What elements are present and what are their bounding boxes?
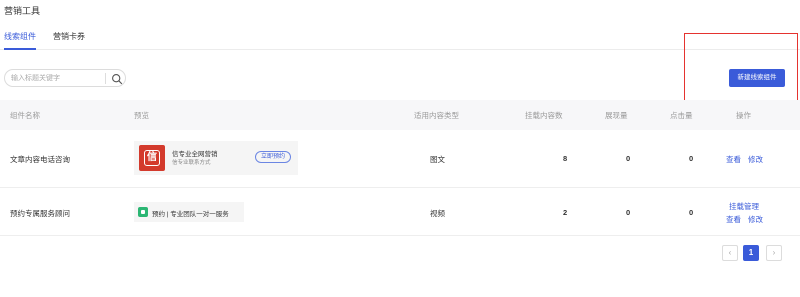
search-box — [4, 69, 126, 87]
table-row: 预约专属服务顾问 预约 | 专业团队一对一服务 视频 2 0 0 挂载管理 查看… — [0, 188, 800, 236]
new-lead-component-button[interactable]: 新建线索组件 — [729, 69, 785, 87]
pagination-page-1[interactable]: 1 — [743, 245, 759, 261]
search-divider — [105, 73, 106, 84]
row-content-type: 图文 — [430, 155, 445, 164]
preview-book-button[interactable]: 立即预约 — [255, 151, 291, 163]
row-mount-count: 8 — [563, 154, 568, 163]
tab-bar: 线索组件 营销卡券 — [0, 24, 800, 50]
page-title: 营销工具 — [4, 6, 41, 16]
header-name: 组件名称 — [10, 111, 40, 120]
tab-marketing-coupons[interactable]: 营销卡券 — [53, 31, 85, 42]
row-impressions: 0 — [626, 208, 631, 217]
row-mount-count: 2 — [563, 208, 568, 217]
brand-logo-glyph: 信 — [144, 150, 160, 166]
row-name: 预约专属服务顾问 — [10, 209, 70, 218]
green-square-icon — [138, 207, 148, 217]
preview-title: 信专业全网营销 — [172, 151, 218, 158]
table-header: 组件名称 预览 适用内容类型 挂载内容数 展现量 点击量 操作 — [0, 100, 800, 130]
active-tab-indicator — [4, 48, 36, 50]
header-preview: 预览 — [134, 111, 149, 120]
header-impressions: 展现量 — [605, 111, 628, 120]
row-impressions: 0 — [626, 154, 631, 163]
view-link[interactable]: 查看 — [726, 214, 741, 225]
table-row: 文章内容电话咨询 信 信专业全网营销 信专业联系方式 立即预约 图文 8 0 0… — [0, 130, 800, 188]
edit-link[interactable]: 修改 — [748, 214, 763, 225]
preview-subtitle: 信专业联系方式 — [172, 160, 211, 166]
row-clicks: 0 — [689, 154, 694, 163]
preview-card: 信 信专业全网营销 信专业联系方式 立即预约 — [134, 141, 298, 175]
preview-text: 预约 | 专业团队一对一服务 — [152, 211, 229, 218]
edit-link[interactable]: 修改 — [748, 154, 763, 165]
row-content-type: 视频 — [430, 209, 445, 218]
header-actions: 操作 — [736, 111, 751, 120]
search-input[interactable] — [11, 72, 99, 84]
tab-lead-components[interactable]: 线索组件 — [4, 31, 36, 42]
preview-card: 预约 | 专业团队一对一服务 — [134, 202, 244, 222]
pagination-next-button[interactable]: › — [766, 245, 782, 261]
pagination-prev-button[interactable]: ‹ — [722, 245, 738, 261]
row-clicks: 0 — [689, 208, 694, 217]
header-mount-count: 挂载内容数 — [525, 111, 563, 120]
row-name: 文章内容电话咨询 — [10, 155, 70, 164]
mount-management-link[interactable]: 挂载管理 — [729, 201, 759, 212]
view-link[interactable]: 查看 — [726, 154, 741, 165]
header-clicks: 点击量 — [670, 111, 693, 120]
brand-logo-icon: 信 — [139, 145, 165, 171]
search-icon[interactable] — [111, 73, 123, 85]
header-content-type: 适用内容类型 — [414, 111, 459, 120]
